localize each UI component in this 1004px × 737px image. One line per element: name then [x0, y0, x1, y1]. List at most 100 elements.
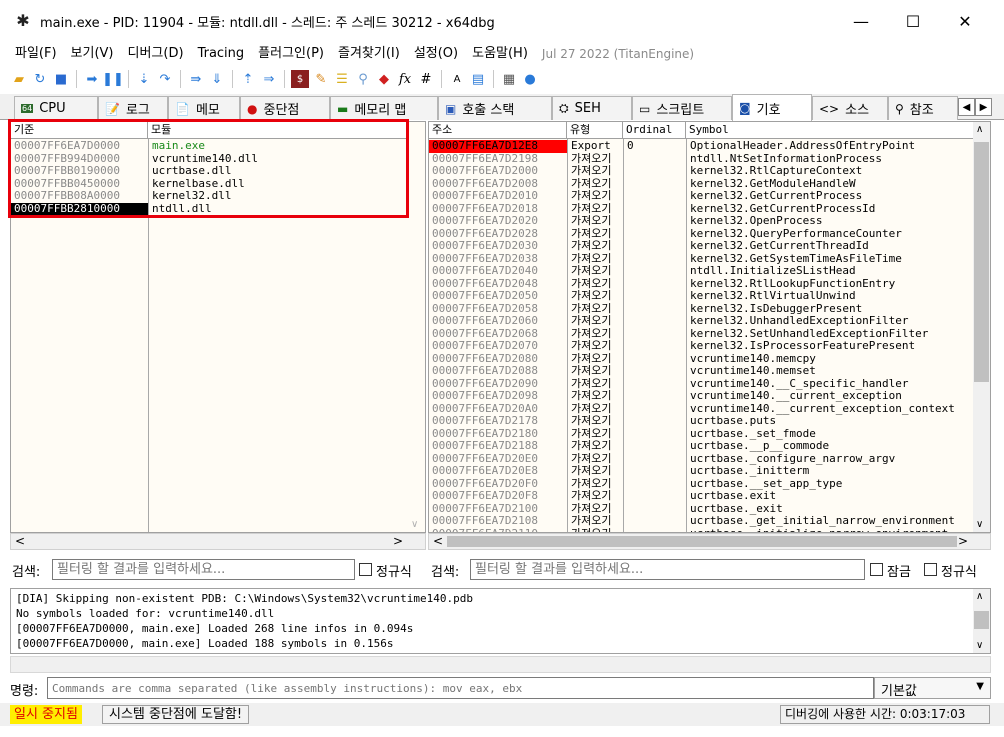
- scroll-down-icon[interactable]: ∨: [976, 519, 983, 530]
- module-row[interactable]: 00007FF6EA7D0000 main.exe: [11, 140, 410, 153]
- symbol-row[interactable]: 00007FF6EA7D2080 가져오기 vcruntime140.memcpy: [429, 353, 975, 366]
- symbol-row[interactable]: 00007FF6EA7D2068 가져오기 kernel32.SetUnhandle…: [429, 328, 975, 341]
- tab-notes[interactable]: 📄 메모: [168, 96, 240, 120]
- tab-symbols[interactable]: ◙ 기호: [732, 94, 812, 121]
- symbol-row[interactable]: 00007FF6EA7D2050 가져오기 kernel32.RtlVirtualU…: [429, 290, 975, 303]
- menu-tracing[interactable]: Tracing: [191, 43, 252, 65]
- scroll-thumb[interactable]: [447, 536, 957, 547]
- run-icon[interactable]: ➡: [83, 70, 101, 88]
- comments-icon[interactable]: ☰: [333, 70, 351, 88]
- tab-log[interactable]: 📝 로그: [98, 96, 168, 120]
- globe-icon[interactable]: ●: [521, 70, 539, 88]
- tab-source[interactable]: <> 소스: [812, 96, 888, 120]
- symbol-row[interactable]: 00007FF6EA7D20F0 가져오기 ucrtbase.__set_app_t…: [429, 478, 975, 491]
- symbol-row[interactable]: 00007FF6EA7D2100 가져오기 ucrtbase._exit: [429, 503, 975, 516]
- symbol-row[interactable]: 00007FF6EA7D2020 가져오기 kernel32.OpenProcess: [429, 215, 975, 228]
- scroll-up-icon[interactable]: ∧: [976, 124, 983, 135]
- calculator-icon[interactable]: ▤: [469, 70, 487, 88]
- step-into-icon[interactable]: ⇣: [135, 70, 153, 88]
- tab-scroll-right-icon[interactable]: ▶: [975, 98, 992, 116]
- symbol-row[interactable]: 00007FF6EA7D2030 가져오기 kernel32.GetCurrentT…: [429, 240, 975, 253]
- symbol-search-input[interactable]: [470, 559, 865, 580]
- tab-seh[interactable]: ⛭ SEH: [552, 96, 632, 120]
- symbol-row[interactable]: 00007FF6EA7D20E0 가져오기 ucrtbase._configure_…: [429, 453, 975, 466]
- menu-plugins[interactable]: 플러그인(P): [251, 43, 331, 65]
- column-header-module[interactable]: 모듈: [148, 122, 410, 139]
- trace-into-icon[interactable]: ⇛: [187, 70, 205, 88]
- menu-debug[interactable]: 디버그(D): [121, 43, 191, 65]
- symbols-vscroll[interactable]: ∧ ∨: [973, 122, 990, 532]
- command-mode-select[interactable]: 기본값 ▼: [874, 677, 991, 699]
- module-regex-checkbox[interactable]: [359, 563, 372, 576]
- symbol-lock-checkbox[interactable]: [870, 563, 883, 576]
- tab-scroll-left-icon[interactable]: ◀: [958, 98, 975, 116]
- symbol-row[interactable]: 00007FF6EA7D20E8 가져오기 ucrtbase._initterm: [429, 465, 975, 478]
- script-icon[interactable]: $: [291, 70, 309, 88]
- symbol-row[interactable]: 00007FF6EA7D2028 가져오기 kernel32.QueryPerfor…: [429, 228, 975, 241]
- log-hscroll[interactable]: [10, 656, 991, 673]
- open-icon[interactable]: ▰: [10, 70, 28, 88]
- module-row[interactable]: 00007FFBB0190000 ucrtbase.dll: [11, 165, 410, 178]
- execute-till-user-code-icon[interactable]: ⇒: [260, 70, 278, 88]
- column-header-type[interactable]: 유형: [567, 122, 623, 139]
- symbol-row[interactable]: 00007FF6EA7D2178 가져오기 ucrtbase.puts: [429, 415, 975, 428]
- scroll-down-icon[interactable]: ∨: [411, 519, 418, 530]
- scroll-left-icon[interactable]: <: [15, 534, 25, 548]
- symbol-row[interactable]: 00007FF6EA7D20F8 가져오기 ucrtbase.exit: [429, 490, 975, 503]
- menu-view[interactable]: 보기(V): [64, 43, 121, 65]
- symbol-row[interactable]: 00007FF6EA7D2108 가져오기 ucrtbase._get_initia…: [429, 515, 975, 528]
- modules-vscroll[interactable]: ∨: [408, 122, 425, 532]
- symbol-row[interactable]: 00007FF6EA7D2060 가져오기 kernel32.UnhandledEx…: [429, 315, 975, 328]
- symbol-row[interactable]: 00007FF6EA7D2048 가져오기 kernel32.RtlLookupFu…: [429, 278, 975, 291]
- symbol-row[interactable]: 00007FF6EA7D2010 가져오기 kernel32.GetCurrentP…: [429, 190, 975, 203]
- column-header-base[interactable]: 기준: [11, 122, 148, 139]
- symbol-row[interactable]: 00007FF6EA7D2040 가져오기 ntdll.InitializeSLis…: [429, 265, 975, 278]
- module-row[interactable]: 00007FFBB08A0000 kernel32.dll: [11, 190, 410, 203]
- menu-options[interactable]: 설정(O): [407, 43, 465, 65]
- symbol-row[interactable]: 00007FF6EA7D2198 가져오기 ntdll.NtSetInformati…: [429, 153, 975, 166]
- module-row[interactable]: 00007FFBB0450000 kernelbase.dll: [11, 178, 410, 191]
- step-over-icon[interactable]: ↷: [156, 70, 174, 88]
- scroll-left-icon[interactable]: <: [433, 534, 443, 548]
- symbol-row[interactable]: 00007FF6EA7D2090 가져오기 vcruntime140.__C_spe…: [429, 378, 975, 391]
- maximize-button[interactable]: ☐: [890, 0, 936, 42]
- symbol-row[interactable]: 00007FF6EA7D2188 가져오기 ucrtbase.__p__commod…: [429, 440, 975, 453]
- symbol-row[interactable]: 00007FF6EA7D2180 가져오기 ucrtbase._set_fmode: [429, 428, 975, 441]
- log-view[interactable]: [DIA] Skipping non-existent PDB: C:\Wind…: [10, 588, 991, 654]
- symbols-hscroll[interactable]: < >: [428, 533, 991, 550]
- symbol-row[interactable]: 00007FF6EA7D2058 가져오기 kernel32.IsDebuggerP…: [429, 303, 975, 316]
- strings-icon[interactable]: A: [448, 70, 466, 88]
- pause-icon[interactable]: ❚❚: [102, 70, 124, 88]
- symbol-row[interactable]: 00007FF6EA7D2038 가져오기 kernel32.GetSystemTi…: [429, 253, 975, 266]
- module-search-input[interactable]: [52, 559, 355, 580]
- scroll-right-icon[interactable]: >: [393, 534, 403, 548]
- symbol-regex-checkbox[interactable]: [924, 563, 937, 576]
- tab-script[interactable]: ▭ 스크립트: [632, 96, 732, 120]
- scroll-right-icon[interactable]: >: [958, 534, 968, 548]
- tab-references[interactable]: ⚲ 참조: [888, 96, 958, 120]
- trace-over-icon[interactable]: ⇓: [208, 70, 226, 88]
- hash-icon[interactable]: #: [417, 70, 435, 88]
- settings-icon[interactable]: ▦: [500, 70, 518, 88]
- scroll-thumb[interactable]: [974, 611, 989, 629]
- module-row[interactable]: 00007FFBB2810000 ntdll.dll: [11, 202, 410, 215]
- bookmark-icon[interactable]: ◆: [375, 70, 393, 88]
- tab-cpu[interactable]: 64 CPU: [14, 96, 98, 120]
- tab-breakpoints[interactable]: ● 중단점: [240, 96, 330, 120]
- column-header-ordinal[interactable]: Ordinal: [623, 122, 686, 139]
- symbol-row[interactable]: 00007FF6EA7D2098 가져오기 vcruntime140.__curre…: [429, 390, 975, 403]
- restart-icon[interactable]: ↻: [31, 70, 49, 88]
- menu-help[interactable]: 도움말(H): [465, 43, 535, 65]
- execute-till-return-icon[interactable]: ⇡: [239, 70, 257, 88]
- column-header-address[interactable]: 주소: [429, 122, 567, 139]
- patch-icon[interactable]: ✎: [312, 70, 330, 88]
- scroll-up-icon[interactable]: ∧: [976, 591, 983, 602]
- log-vscroll[interactable]: ∧ ∨: [973, 589, 990, 653]
- symbol-row[interactable]: 00007FF6EA7D2070 가져오기 kernel32.IsProcessor…: [429, 340, 975, 353]
- symbol-row[interactable]: 00007FF6EA7D20A0 가져오기 vcruntime140.__curre…: [429, 403, 975, 416]
- menu-favourites[interactable]: 즐겨찾기(I): [331, 43, 407, 65]
- modules-hscroll[interactable]: < >: [10, 533, 426, 550]
- labels-icon[interactable]: ⚲: [354, 70, 372, 88]
- symbol-row[interactable]: 00007FF6EA7D2088 가져오기 vcruntime140.memset: [429, 365, 975, 378]
- menu-file[interactable]: 파일(F): [8, 43, 64, 65]
